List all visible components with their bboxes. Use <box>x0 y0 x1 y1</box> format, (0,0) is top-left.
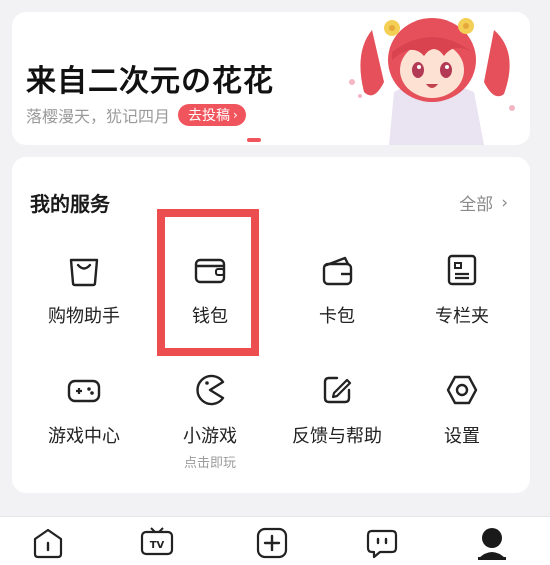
gamepad-icon <box>67 379 101 403</box>
service-item-mini-games[interactable]: 小游戏 点击即玩 <box>155 370 265 471</box>
profile-icon <box>478 528 506 560</box>
banner-subtitle: 落樱漫天，犹记四月 <box>26 107 171 126</box>
chevron-right-icon: › <box>233 108 238 122</box>
tv-icon: TV <box>140 527 174 556</box>
add-icon <box>256 527 288 559</box>
submit-button[interactable]: 去投稿 › <box>178 104 246 126</box>
service-label: 专栏夹 <box>435 306 489 327</box>
column-folder-icon <box>447 254 477 286</box>
tab-tv[interactable]: TV <box>137 523 177 563</box>
tab-messages[interactable] <box>362 523 402 563</box>
service-label: 反馈与帮助 <box>292 426 382 447</box>
service-label: 设置 <box>444 426 480 447</box>
chevron-right-icon: › <box>501 192 508 213</box>
card-pack-icon <box>322 256 353 286</box>
service-label: 游戏中心 <box>48 426 120 447</box>
tab-home[interactable] <box>28 523 68 563</box>
view-all-link[interactable]: 全部 › <box>459 190 508 216</box>
service-item-column-folder[interactable]: 专栏夹 <box>407 250 517 328</box>
service-sublabel: 点击即玩 <box>183 456 236 471</box>
service-item-feedback[interactable]: 反馈与帮助 <box>282 370 392 448</box>
service-item-shopping[interactable]: 购物助手 <box>29 250 139 328</box>
shopping-bag-icon <box>69 258 99 287</box>
banner-title: 来自二次元の花花 <box>26 64 274 99</box>
service-item-game-center[interactable]: 游戏中心 <box>29 370 139 448</box>
pacman-icon <box>196 374 225 406</box>
home-icon <box>33 528 63 559</box>
wallet-highlight-box <box>157 209 259 356</box>
tab-profile[interactable] <box>472 523 512 563</box>
feedback-edit-icon <box>323 376 352 404</box>
service-label: 小游戏 <box>183 426 237 447</box>
bottom-tab-bar: TV <box>0 516 550 565</box>
service-label: 卡包 <box>319 306 355 327</box>
view-all-label: 全部 <box>459 195 494 215</box>
settings-hexagon-icon <box>446 375 478 405</box>
service-item-settings[interactable]: 设置 <box>407 370 517 448</box>
submit-button-label: 去投稿 <box>188 108 231 124</box>
tv-glyph: TV <box>150 540 165 551</box>
my-services-card: 我的服务 全部 › 购物助手 钱包 卡包 专栏夹 游戏中心 小游戏 点击即玩 反… <box>12 157 530 493</box>
anime-girl-illustration <box>349 18 515 145</box>
service-item-card-pack[interactable]: 卡包 <box>282 250 392 328</box>
section-title: 我的服务 <box>30 192 110 216</box>
service-label: 购物助手 <box>48 306 120 327</box>
banner-card[interactable]: 来自二次元の花花 落樱漫天，犹记四月 去投稿 › <box>12 12 530 145</box>
carousel-indicator <box>247 138 261 142</box>
message-icon <box>366 529 398 559</box>
banner-subtitle-row: 落樱漫天，犹记四月 去投稿 › <box>26 103 246 127</box>
tab-add[interactable] <box>252 523 292 563</box>
